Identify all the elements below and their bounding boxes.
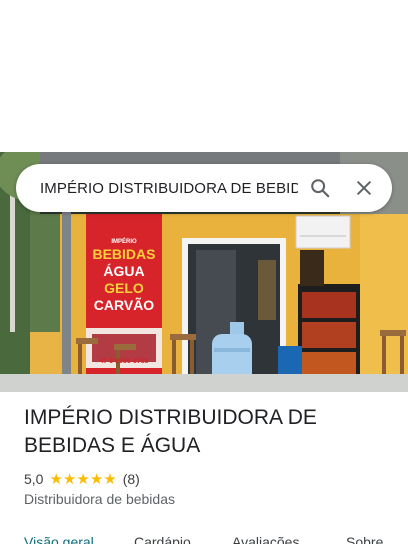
star-icon: ★ <box>62 470 77 488</box>
tab-reviews[interactable]: Avaliações <box>232 534 299 544</box>
banner-line-gelo: GELO <box>104 280 144 296</box>
place-title: IMPÉRIO DISTRIBUIDORA DE BEBIDAS E ÁGUA <box>24 406 317 457</box>
search-icon <box>311 179 330 198</box>
search-input[interactable]: IMPÉRIO DISTRIBUIDORA DE BEBIDAS E ÁGUA <box>16 180 298 197</box>
place-category[interactable]: Distribuidora de bebidas <box>24 491 394 507</box>
clear-search-button[interactable] <box>342 166 386 210</box>
close-icon <box>357 181 371 195</box>
place-tabs: Visão geral Cardápio Avaliações Sobre <box>0 530 408 544</box>
rating-stars: ★ ★ ★ ★ ★ <box>49 472 116 487</box>
star-icon: ★ <box>76 470 90 488</box>
map-blank-area <box>0 0 408 152</box>
search-button[interactable] <box>298 166 342 210</box>
banner-line-carvao: CARVÃO <box>93 297 155 313</box>
banner-line-bebidas: BEBIDAS <box>92 246 156 262</box>
star-icon: ★ <box>89 470 104 488</box>
rating-row[interactable]: 5,0 ★ ★ ★ ★ ★ (8) <box>24 471 394 487</box>
tab-about[interactable]: Sobre <box>346 534 383 544</box>
rating-value: 5,0 <box>24 471 44 487</box>
banner-text: IMPÉRIO BEBIDAS ÁGUA GELO CARVÃO <box>86 238 162 314</box>
banner-phone: 47 9 9956-8788 <box>99 358 149 365</box>
search-bar[interactable]: IMPÉRIO DISTRIBUIDORA DE BEBIDAS E ÁGUA <box>16 164 392 212</box>
tab-menu[interactable]: Cardápio <box>134 534 191 544</box>
place-info: IMPÉRIO DISTRIBUIDORA DE BEBIDAS E ÁGUA … <box>24 404 394 507</box>
star-icon: ★ <box>49 470 63 488</box>
star-icon: ★ <box>103 470 117 488</box>
banner-line-agua: ÁGUA <box>103 263 145 279</box>
banner-brand: IMPÉRIO <box>111 239 137 245</box>
review-count[interactable]: (8) <box>123 471 140 487</box>
tab-overview[interactable]: Visão geral <box>24 534 94 544</box>
